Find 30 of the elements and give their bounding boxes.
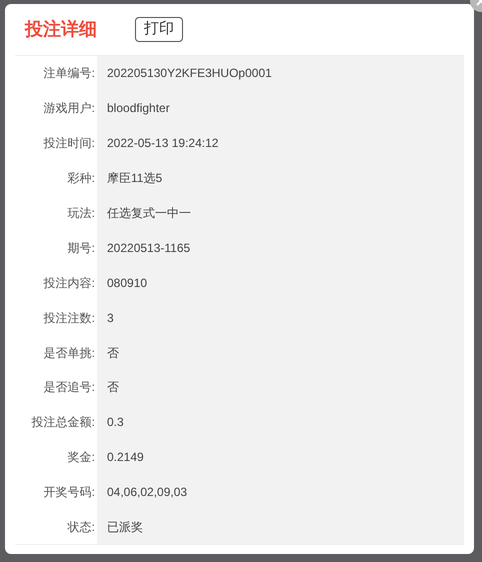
field-label: 投注注数: [44,310,95,327]
field-value: 3 [107,310,114,327]
field-value: 否 [107,344,119,362]
print-button[interactable]: 打印 [135,17,183,42]
field-value: bloodfighter [107,100,170,118]
field-value: 任选复式一中一 [107,205,191,222]
field-label: 玩法: [68,205,95,222]
field-label: 彩种: [68,170,95,188]
field-value: 已派奖 [107,519,143,536]
field-label: 期号: [68,240,95,257]
field-value: 2022-05-13 19:24:12 [107,135,218,152]
field-value: 202205130Y2KFE3HUOp0001 [107,65,272,82]
field-label: 奖金: [68,449,95,466]
field-label: 是否单挑: [44,344,95,362]
field-label: 投注内容: [44,274,95,292]
field-value: 080910 [107,274,148,292]
field-label: 注单编号: [44,65,95,82]
field-label: 游戏用户: [44,100,95,118]
field-value: 0.3 [107,414,124,432]
dialog-title: 投注详细 [25,18,97,41]
field-value: 否 [107,379,119,396]
field-label: 状态: [68,519,95,536]
field-label: 是否追号: [44,379,95,396]
field-value: 04,06,02,09,03 [107,484,188,502]
field-label: 投注时间: [44,135,95,152]
field-value: 摩臣11选5 [107,170,162,188]
field-label: 投注总金额: [32,414,95,432]
field-value: 0.2149 [107,449,144,466]
field-value: 20220513-1165 [107,240,190,257]
field-label: 开奖号码: [44,484,95,502]
